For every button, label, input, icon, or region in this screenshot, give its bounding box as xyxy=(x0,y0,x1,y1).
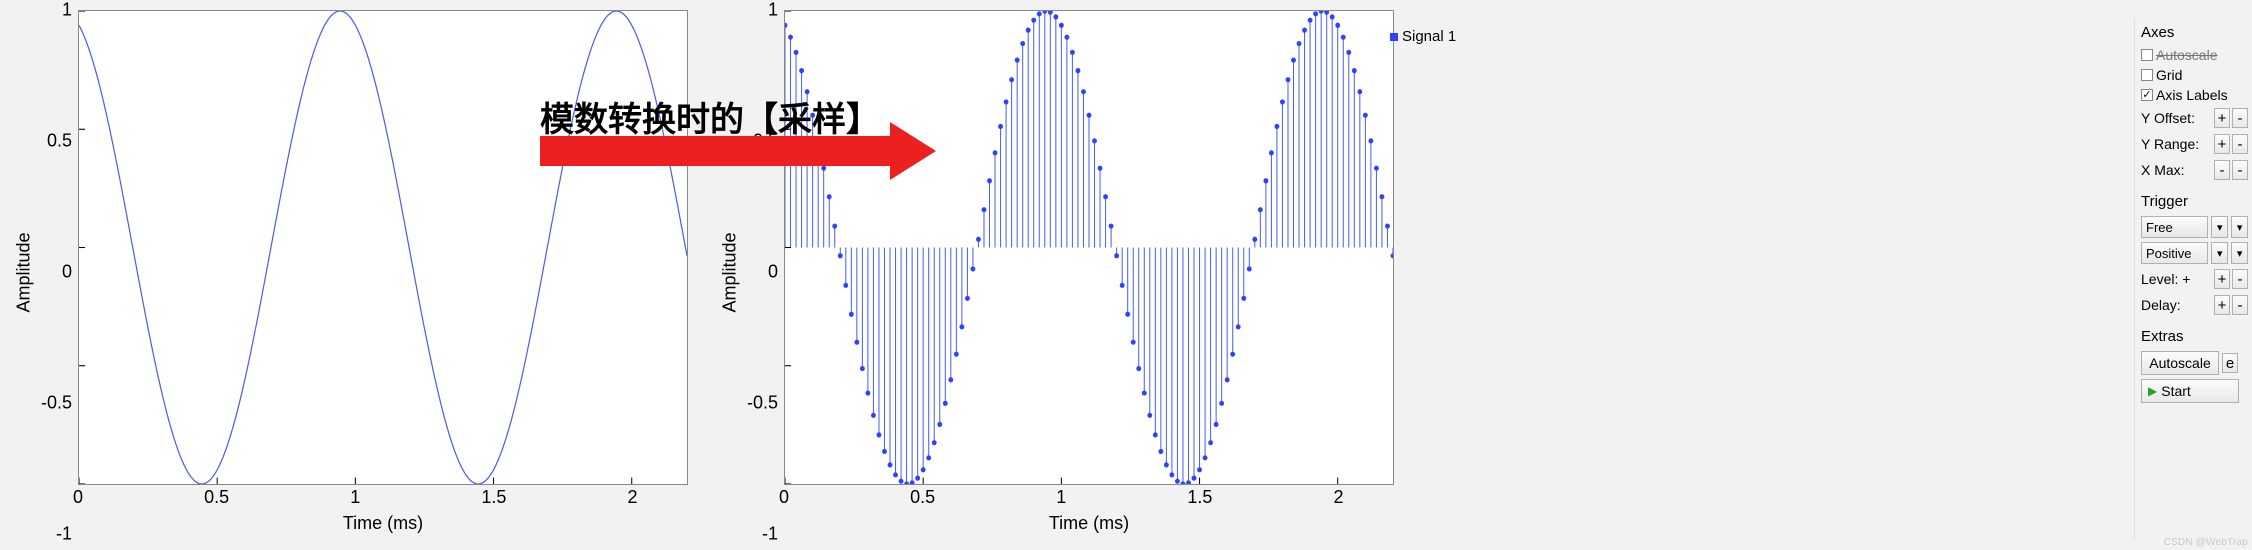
section-extras: Extras xyxy=(2141,326,2248,347)
row-delay: Delay: + - xyxy=(2141,294,2248,316)
xticks-right: 00.511.52 xyxy=(784,485,1394,509)
row-level: Level: + + - xyxy=(2141,268,2248,290)
yoffset-plus-button[interactable]: + xyxy=(2214,108,2230,128)
legend: Signal 1 xyxy=(1390,28,1456,45)
trigger-mode-dropdown-icon[interactable]: ▾ xyxy=(2211,216,2228,238)
yrange-minus-button[interactable]: - xyxy=(2232,134,2248,154)
row-axislabels-chk[interactable]: ✓ Axis Labels xyxy=(2141,87,2248,103)
row-trigger-mode: Free ▾ ▾ xyxy=(2141,216,2248,238)
trigger-mode-select[interactable]: Free xyxy=(2141,216,2208,238)
row-autoscale-btn: Autoscale e xyxy=(2141,351,2248,375)
xmax-plus-button[interactable]: - xyxy=(2214,160,2230,180)
row-start-btn: ▶ Start xyxy=(2141,379,2248,403)
autoscale-checkbox[interactable] xyxy=(2141,49,2153,61)
xmax-minus-button[interactable]: - xyxy=(2232,160,2248,180)
ylabel-left: Amplitude xyxy=(10,10,38,534)
level-plus-button[interactable]: + xyxy=(2214,269,2230,289)
xlabel-right: Time (ms) xyxy=(784,509,1394,534)
legend-marker-icon xyxy=(1390,33,1398,41)
start-button[interactable]: ▶ Start xyxy=(2141,379,2239,403)
chart-box-continuous[interactable] xyxy=(78,10,688,485)
yticks-right: -1-0.500.51 xyxy=(744,10,784,534)
xlabel-left: Time (ms) xyxy=(78,509,688,534)
controls-panel: Axes Autoscale Grid ✓ Axis Labels Y Offs… xyxy=(2134,18,2252,540)
row-yrange: Y Range: + - xyxy=(2141,133,2248,155)
yticks-left: -1-0.500.51 xyxy=(38,10,78,534)
trigger-mode-extra-icon[interactable]: ▾ xyxy=(2231,216,2248,238)
row-grid-chk[interactable]: Grid xyxy=(2141,67,2248,83)
plot-sampled: Amplitude -1-0.500.51 00.511.52 Time (ms… xyxy=(706,0,1406,540)
watermark: CSDN @WebTrap xyxy=(2164,537,2248,548)
row-xmax: X Max: - - xyxy=(2141,159,2248,181)
trigger-edge-dropdown-icon[interactable]: ▾ xyxy=(2211,242,2228,264)
yrange-plus-button[interactable]: + xyxy=(2214,134,2230,154)
row-autoscale-chk[interactable]: Autoscale xyxy=(2141,47,2248,63)
chart-box-sampled[interactable] xyxy=(784,10,1394,485)
level-minus-button[interactable]: - xyxy=(2232,269,2248,289)
ylabel-right: Amplitude xyxy=(716,10,744,534)
delay-plus-button[interactable]: + xyxy=(2214,295,2230,315)
play-icon: ▶ xyxy=(2148,384,2157,398)
row-yoffset: Y Offset: + - xyxy=(2141,107,2248,129)
autoscale-e-button[interactable]: e xyxy=(2222,353,2238,373)
xticks-left: 00.511.52 xyxy=(78,485,688,509)
trigger-edge-select[interactable]: Positive xyxy=(2141,242,2208,264)
trigger-edge-extra-icon[interactable]: ▾ xyxy=(2231,242,2248,264)
yoffset-minus-button[interactable]: - xyxy=(2232,108,2248,128)
section-trigger: Trigger xyxy=(2141,191,2248,212)
delay-minus-button[interactable]: - xyxy=(2232,295,2248,315)
axis-labels-checkbox[interactable]: ✓ xyxy=(2141,89,2153,101)
autoscale-button[interactable]: Autoscale xyxy=(2141,351,2219,375)
grid-checkbox[interactable] xyxy=(2141,69,2153,81)
section-axes: Axes xyxy=(2141,22,2248,43)
row-trigger-edge: Positive ▾ ▾ xyxy=(2141,242,2248,264)
plot-continuous: Amplitude -1-0.500.51 00.511.52 Time (ms… xyxy=(0,0,700,540)
